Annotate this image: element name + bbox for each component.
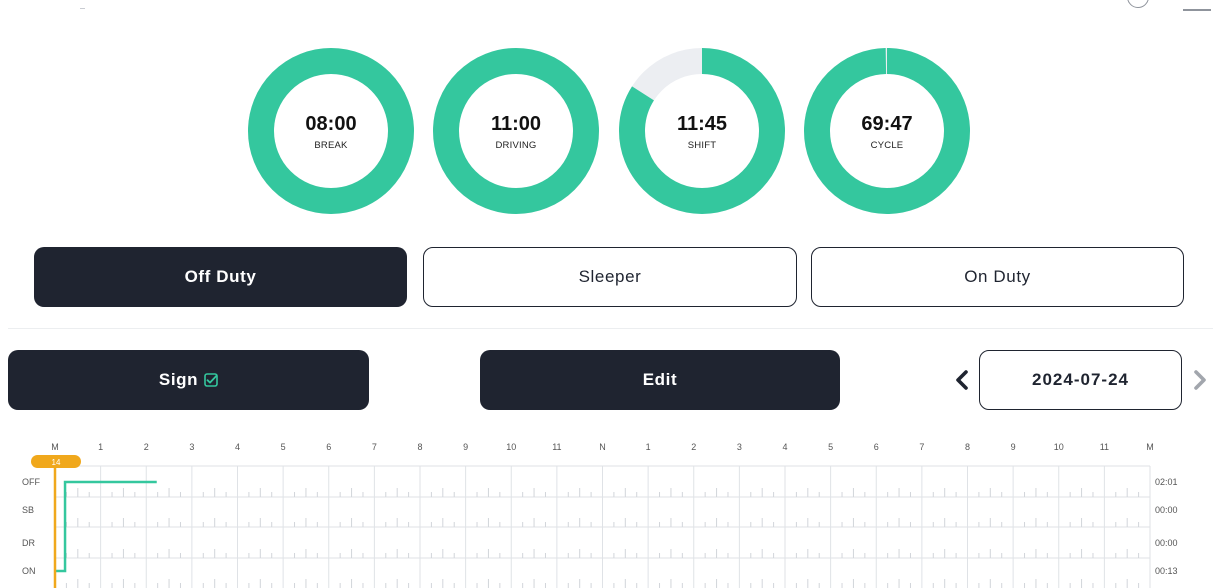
sign-label: Sign	[158, 370, 199, 389]
edit-button[interactable]: Edit	[480, 350, 840, 410]
sleeper-label: Sleeper	[578, 267, 642, 286]
gauge-label: SHIFT	[687, 140, 717, 151]
hour-label: 7	[919, 442, 924, 452]
gauge-label: DRIVING	[495, 140, 537, 151]
hour-label: 5	[281, 442, 286, 452]
hour-label: 2	[691, 442, 696, 452]
hour-label: 1	[646, 442, 651, 452]
gauge-driving: 11:00 DRIVING	[433, 48, 599, 214]
hour-label: 3	[189, 442, 194, 452]
hour-label: 4	[235, 442, 240, 452]
off-duty-button[interactable]: Off Duty	[34, 247, 407, 307]
menu-icon[interactable]	[1183, 9, 1211, 11]
hour-label: 9	[463, 442, 468, 452]
chevron-right-icon[interactable]	[1186, 362, 1213, 398]
hour-label: M	[1146, 442, 1154, 452]
hour-label: 5	[828, 442, 833, 452]
row-total: 00:13	[1155, 566, 1178, 576]
row-total: 00:00	[1155, 505, 1178, 515]
gauge-value: 11:00	[490, 113, 542, 135]
hour-label: 11	[1100, 442, 1109, 452]
top-left-mark	[80, 8, 85, 9]
sign-button[interactable]: Sign	[8, 350, 369, 410]
eld-log-grid: M 1 2 3 4 5 6 7 8 9 10 11 N 1 2 3 4 5 6 7 8 9 10 11 M OFF 02:01 SB 0…	[22, 442, 1178, 588]
profile-icon[interactable]	[1127, 0, 1149, 8]
hour-label: 6	[326, 442, 331, 452]
gauge-value: 08:00	[305, 113, 357, 135]
hour-label: 1	[98, 442, 103, 452]
gauge-value: 69:47	[861, 113, 913, 135]
hour-label: 8	[965, 442, 970, 452]
hour-label: 4	[782, 442, 787, 452]
hour-label: M	[51, 442, 59, 452]
hour-label: 7	[372, 442, 377, 452]
hour-label: 9	[1011, 442, 1016, 452]
checkbox-check-icon	[204, 373, 218, 387]
chevron-left-icon[interactable]	[948, 362, 976, 398]
hour-label: 8	[417, 442, 422, 452]
date-display[interactable]: 2024-07-24	[979, 350, 1182, 410]
row-label: ON	[22, 566, 36, 576]
row-label: OFF	[22, 477, 40, 487]
row-label: DR	[22, 538, 35, 548]
gauge-value: 11:45	[676, 113, 728, 135]
hour-label: 11	[552, 442, 561, 452]
edit-label: Edit	[642, 370, 678, 389]
gauge-shift: 11:45 SHIFT	[619, 48, 785, 214]
gauge-label: BREAK	[314, 140, 348, 151]
off-duty-label: Off Duty	[184, 267, 257, 286]
hour-label: 3	[737, 442, 742, 452]
hour-label: N	[599, 442, 606, 452]
sleeper-button[interactable]: Sleeper	[423, 247, 797, 307]
gauge-break: 08:00 BREAK	[248, 48, 414, 214]
date-text: 2024-07-24	[1032, 370, 1129, 389]
row-total: 00:00	[1155, 538, 1178, 548]
row-label: SB	[22, 505, 34, 515]
on-duty-label: On Duty	[964, 267, 1031, 286]
current-time-badge-label: 14	[52, 458, 61, 467]
hour-label: 10	[506, 442, 516, 452]
section-divider	[8, 328, 1213, 329]
gauge-label: CYCLE	[870, 140, 904, 151]
gauge-cycle: 69:47 CYCLE	[804, 48, 970, 214]
on-duty-button[interactable]: On Duty	[811, 247, 1184, 307]
hour-label: 10	[1054, 442, 1064, 452]
hour-label: 6	[874, 442, 879, 452]
hour-label: 2	[144, 442, 149, 452]
row-total: 02:01	[1155, 477, 1178, 487]
